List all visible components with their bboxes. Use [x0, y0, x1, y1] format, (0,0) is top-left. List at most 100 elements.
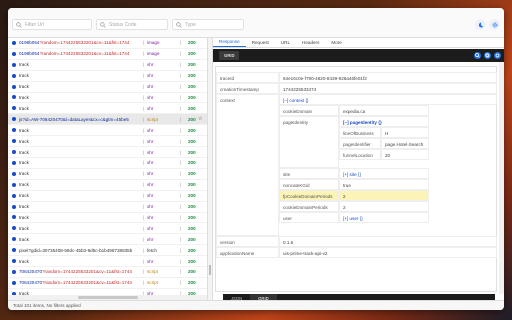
- request-url-rest: track: [19, 160, 29, 166]
- column-separator: |: [143, 73, 145, 79]
- column-separator: |: [143, 62, 145, 68]
- request-row[interactable]: track | xhr | 200: [8, 213, 207, 224]
- search-button[interactable]: [474, 52, 481, 59]
- request-row[interactable]: track | xhr | 200: [8, 180, 207, 191]
- settings-button[interactable]: [494, 52, 501, 59]
- request-url-rest: ?random=1744225533201&cv=11&fst=1744: [39, 51, 130, 57]
- request-row[interactable]: track | xhr | 200: [8, 125, 207, 137]
- request-url: track: [19, 215, 152, 220]
- resize-handle[interactable]: [209, 265, 211, 275]
- star-icon[interactable]: ☆: [198, 116, 202, 122]
- column-separator: |: [180, 236, 182, 242]
- status-code: 200: [188, 116, 196, 122]
- vertical-scrollbar[interactable]: [499, 62, 504, 294]
- expand-user-toggle[interactable]: [+] user {}: [339, 212, 429, 223]
- search-icon: [100, 21, 106, 28]
- column-separator: |: [180, 84, 182, 90]
- request-row[interactable]: track | xhr | 200: [8, 82, 207, 93]
- request-type: xhr: [147, 138, 154, 144]
- settings-button[interactable]: [489, 19, 500, 30]
- request-type: xhr: [147, 62, 154, 68]
- request-url-rest: track: [19, 62, 29, 68]
- grid-value: uis-prime-track-api-v2: [279, 247, 497, 258]
- request-url: track: [19, 160, 152, 165]
- request-row[interactable]: track | xhr | 200: [8, 71, 207, 82]
- status-bar: Total 101 items, No filters applied: [8, 300, 504, 310]
- request-row[interactable]: track | xhr | 200: [8, 169, 207, 180]
- request-row[interactable]: 0198b054?random=1744225533201&cv=11&fst=…: [8, 49, 207, 60]
- column-separator: |: [180, 40, 182, 46]
- request-type: xhr: [147, 225, 154, 231]
- column-separator: |: [143, 116, 145, 122]
- expand-context-toggle[interactable]: [–] context {}: [279, 94, 497, 105]
- status-code: 200: [188, 214, 196, 220]
- request-type: xhr: [147, 160, 154, 166]
- request-url: track: [19, 150, 152, 155]
- request-row[interactable]: track | xhr | 200: [8, 103, 207, 115]
- request-indicator-icon: [12, 128, 16, 133]
- tab-request[interactable]: Request: [246, 37, 275, 47]
- copy-button[interactable]: [484, 52, 491, 59]
- theme-toggle-button[interactable]: [475, 19, 486, 30]
- request-row[interactable]: pixel?gdid=30735408-59dc-45b3-8d5c-b1b49…: [8, 245, 207, 257]
- request-row[interactable]: js?id=AW-706420470&l=dataLayer&cx=c&gtm=…: [8, 114, 207, 126]
- request-row[interactable]: 706420470?random=1744225533201&cv=11&fst…: [8, 278, 207, 289]
- request-row[interactable]: track | xhr | 200: [8, 158, 207, 169]
- request-url-rest: track: [19, 105, 29, 111]
- request-row[interactable]: 706420470?random=1744225533201&cv=11&fst…: [8, 267, 207, 278]
- grid-key: version: [216, 236, 279, 247]
- column-separator: |: [180, 269, 182, 275]
- status-code: 200: [188, 225, 196, 231]
- request-type: xhr: [147, 149, 154, 155]
- grid-key: noncateKGid: [279, 179, 339, 190]
- request-row[interactable]: track | xhr | 200: [8, 147, 207, 158]
- request-row[interactable]: track | xhr | 200: [8, 60, 207, 71]
- request-row[interactable]: track | xhr | 200: [8, 202, 207, 213]
- request-url: track: [19, 259, 152, 264]
- url-filter-input[interactable]: Filter Url: [12, 19, 92, 30]
- request-url: 706420470?random=1744225533201&cv=11&fst…: [19, 269, 152, 274]
- column-separator: |: [143, 40, 145, 46]
- gear-icon: [495, 53, 500, 58]
- request-row[interactable]: 0198b054?random=1744225533201&cv=11&fst=…: [8, 38, 207, 49]
- status-filter-input[interactable]: Status Code: [96, 19, 168, 30]
- request-url: 706420470?random=1744225533201&cv=11&fst…: [19, 280, 152, 285]
- request-url: track: [19, 106, 152, 111]
- request-url-highlight: 0198b054: [19, 40, 40, 46]
- grid-value-highlighted: 2: [339, 190, 429, 201]
- mode-label: GRID: [219, 51, 240, 60]
- grid-key: traceId: [216, 72, 279, 83]
- column-separator: |: [143, 171, 145, 177]
- grid-key: context: [216, 94, 279, 236]
- request-type: script: [147, 116, 158, 122]
- expand-site-toggle[interactable]: [+] site {}: [339, 168, 429, 179]
- request-row[interactable]: track | xhr | 200: [8, 234, 207, 246]
- tab-response[interactable]: Response: [213, 37, 246, 47]
- request-row[interactable]: track | xhr | 200: [8, 256, 207, 268]
- request-row[interactable]: track | xhr | 200: [8, 136, 207, 148]
- tab-headers[interactable]: Headers: [296, 37, 325, 47]
- request-indicator-icon: [12, 95, 16, 100]
- request-url-rest: track: [19, 171, 29, 177]
- column-separator: |: [180, 258, 182, 264]
- column-separator: |: [180, 171, 182, 177]
- scrollbar-thumb[interactable]: [78, 296, 138, 299]
- detail-tabs: Response Request URL Headers More: [213, 38, 504, 48]
- type-filter-input[interactable]: Type: [172, 19, 244, 30]
- grid-key: applicationName: [216, 247, 279, 258]
- request-url: track: [19, 226, 152, 231]
- status-code: 200: [188, 84, 196, 90]
- status-code: 200: [188, 269, 196, 275]
- request-row[interactable]: track | xhr | 200: [8, 223, 207, 235]
- column-separator: |: [180, 73, 182, 79]
- status-code: 200: [188, 73, 196, 79]
- request-row[interactable]: track | xhr | 200: [8, 93, 207, 104]
- tab-more[interactable]: More: [325, 37, 347, 47]
- tab-url[interactable]: URL: [275, 37, 296, 47]
- request-type: xhr: [147, 214, 154, 220]
- request-url: js?id=AW-706420470&l=dataLayer&cx=c&gtm=…: [19, 117, 152, 122]
- request-row[interactable]: track | xhr | 200: [8, 191, 207, 202]
- request-type: xhr: [147, 182, 154, 188]
- expand-pageidentity-toggle[interactable]: [–] pageIdentity {}: [339, 116, 429, 127]
- column-separator: |: [143, 138, 145, 144]
